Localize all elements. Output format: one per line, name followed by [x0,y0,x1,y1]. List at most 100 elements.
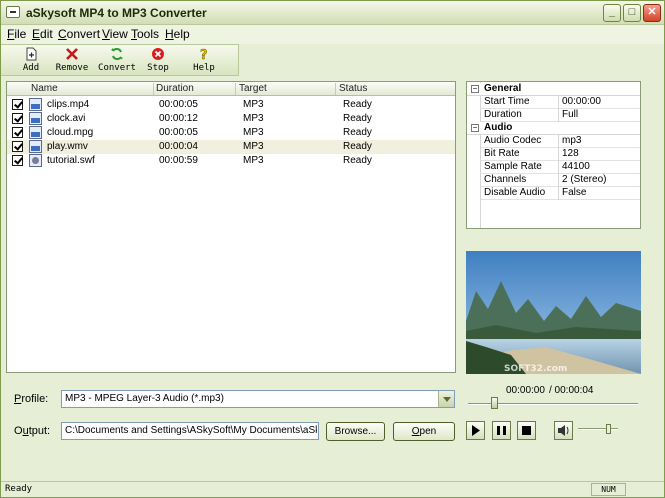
row-checkbox[interactable] [12,99,23,110]
column-separator[interactable] [335,83,336,95]
property-value[interactable]: 128 [562,148,579,159]
menu-edit-label: dit [40,27,53,41]
status-text: Ready [5,484,33,494]
video-file-icon [29,98,42,111]
profile-select[interactable]: MP3 - MPEG Layer-3 Audio (*.mp3) [61,390,455,408]
flash-file-icon [29,154,42,167]
property-group-general[interactable]: − General [467,83,640,96]
property-key: Audio Codec [484,135,542,146]
browse-button[interactable]: Browse... [326,422,385,441]
convert-icon [111,48,123,60]
row-checkbox[interactable] [12,155,23,166]
video-file-icon [29,140,42,153]
play-button[interactable] [466,421,485,440]
table-row[interactable]: clips.mp4 00:00:05 MP3 Ready [7,98,455,112]
property-divider [558,96,559,109]
row-checkbox[interactable] [12,141,23,152]
minimize-button[interactable]: _ [603,4,621,22]
table-row[interactable]: cloud.mpg 00:00:05 MP3 Ready [7,126,455,140]
property-key: Disable Audio [484,187,546,198]
mute-button[interactable] [554,421,573,440]
property-group-label: Audio [484,122,513,133]
property-duration[interactable]: Duration Full [481,109,640,122]
property-audio-codec[interactable]: Audio Codec mp3 [481,135,640,148]
property-sample-rate[interactable]: Sample Rate 44100 [481,161,640,174]
property-disable-audio[interactable]: Disable Audio False [481,187,640,200]
menu-bar: File Edit Convert View Tools Help [1,25,664,44]
property-value[interactable]: False [562,187,586,198]
menu-view[interactable]: View [102,27,128,41]
volume-track[interactable] [578,428,618,430]
stop-playback-button[interactable] [517,421,536,440]
collapse-icon[interactable]: − [471,85,479,93]
title-bar: aSkysoft MP4 to MP3 Converter _ □ ✕ [1,1,664,25]
row-name: clips.mp4 [47,99,90,110]
column-separator[interactable] [235,83,236,95]
row-status: Ready [343,99,372,110]
property-value[interactable]: 00:00:00 [562,96,601,107]
maximize-button[interactable]: □ [623,4,641,22]
property-grid[interactable]: − General Start Time 00:00:00 Duration F… [466,81,641,229]
column-separator[interactable] [153,83,154,95]
file-list[interactable]: Name Duration Target Status clips.mp4 00… [6,81,456,373]
row-checkbox[interactable] [12,113,23,124]
output-label-text: tput: [28,425,51,437]
remove-button[interactable]: Remove [51,47,93,75]
video-file-icon [29,126,42,139]
menu-convert[interactable]: Convert [58,27,100,41]
stop-button-label: Stop [147,63,169,73]
menu-file[interactable]: File [7,27,26,41]
column-target[interactable]: Target [239,83,267,94]
convert-button[interactable]: Convert [96,47,138,75]
row-target: MP3 [243,113,264,124]
row-target: MP3 [243,127,264,138]
menu-view-accel: V [102,27,110,41]
video-preview: SOFT32.com [466,251,641,374]
property-bit-rate[interactable]: Bit Rate 128 [481,148,640,161]
menu-convert-accel: C [58,27,67,41]
stop-button[interactable]: Stop [137,47,179,75]
column-duration[interactable]: Duration [156,83,194,94]
pause-button[interactable] [492,421,511,440]
output-folder-value: C:\Documents and Settings\ASkySoft\My Do… [65,425,317,436]
help-button[interactable]: ? Help [183,47,225,75]
property-value[interactable]: Full [562,109,578,120]
menu-view-label: iew [109,27,128,41]
status-bar: Ready NUM [1,481,664,497]
property-value[interactable]: mp3 [562,135,581,146]
property-channels[interactable]: Channels 2 (Stereo) [481,174,640,187]
property-value[interactable]: 2 (Stereo) [562,174,606,185]
row-status: Ready [343,127,372,138]
help-icon: ? [200,48,208,61]
property-group-audio[interactable]: − Audio [467,122,640,135]
column-name[interactable]: Name [31,83,58,94]
output-folder-field[interactable]: C:\Documents and Settings\ASkySoft\My Do… [61,422,319,440]
property-divider [558,109,559,122]
close-button[interactable]: ✕ [643,4,661,22]
property-start-time[interactable]: Start Time 00:00:00 [481,96,640,109]
window-title: aSkysoft MP4 to MP3 Converter [26,6,207,20]
chevron-down-icon[interactable] [438,391,454,407]
menu-help[interactable]: Help [165,27,190,41]
seek-thumb[interactable] [491,397,498,409]
row-name: tutorial.swf [47,155,95,166]
file-list-header: Name Duration Target Status [7,82,455,96]
property-divider [558,187,559,200]
volume-thumb[interactable] [606,424,611,434]
property-value[interactable]: 44100 [562,161,590,172]
system-menu-icon[interactable] [6,6,20,18]
table-row-selected[interactable]: play.wmv 00:00:04 MP3 Ready [7,140,455,154]
open-button[interactable]: Open [393,422,455,441]
property-divider [558,174,559,187]
column-status[interactable]: Status [339,83,367,94]
table-row[interactable]: tutorial.swf 00:00:59 MP3 Ready [7,154,455,168]
menu-edit[interactable]: Edit [32,27,53,41]
add-button[interactable]: Add [10,47,52,75]
remove-icon [66,48,78,60]
open-button-label: pen [419,426,437,437]
add-button-label: Add [22,63,40,73]
table-row[interactable]: clock.avi 00:00:12 MP3 Ready [7,112,455,126]
row-checkbox[interactable] [12,127,23,138]
menu-tools[interactable]: Tools [131,27,159,41]
collapse-icon[interactable]: − [471,124,479,132]
